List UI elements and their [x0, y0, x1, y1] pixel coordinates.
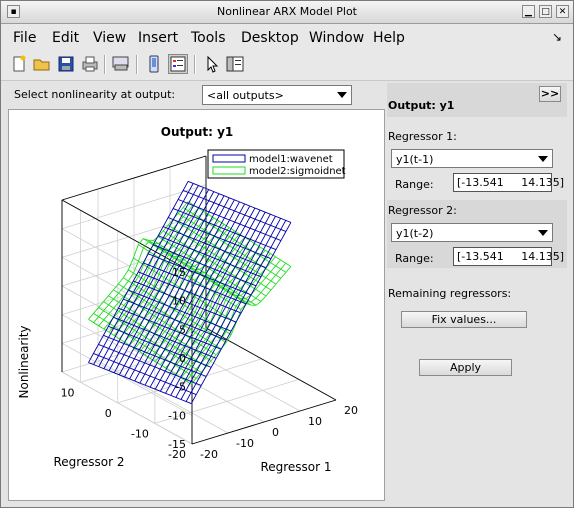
regressor2-tick-label: 0 [105, 407, 112, 420]
z-tick-label: 10 [172, 295, 186, 308]
toolbar-separator [136, 55, 138, 74]
plot-axes[interactable]: 15 10 5 0 -5 -10 -15 10 0 -10 -20 20 10 0 -10 -20 Outpu… [8, 109, 385, 501]
z-tick-label: -5 [175, 381, 186, 394]
fix-values-button[interactable]: Fix values... [401, 311, 527, 328]
regressor2-range-label: Range: [395, 252, 434, 265]
regressor2-tick-label: 10 [61, 386, 75, 399]
chevron-down-icon [538, 155, 548, 162]
minimize-icon[interactable]: ▁ [522, 5, 535, 18]
plot-title: Output: y1 [161, 125, 234, 139]
menu-window[interactable]: Window [309, 30, 364, 46]
regressor1-value: y1(t-1) [396, 153, 434, 166]
dock-icon[interactable] [144, 54, 164, 74]
regressor2-range-field[interactable]: [-13.541 14.135] [453, 247, 564, 266]
print-preview-icon[interactable] [111, 54, 131, 74]
output-header: Output: y1 >> [387, 83, 567, 117]
z-tick-label: 0 [179, 352, 186, 365]
legend: model1:wavenet model2:sigmoidnet [207, 149, 346, 179]
output-header-title: Output: y1 [388, 99, 455, 112]
dock-arrow-icon[interactable]: ↘ [552, 30, 562, 44]
chevron-down-icon [538, 229, 548, 236]
wavenet-surface-line [187, 180, 292, 223]
toolbar [1, 50, 573, 81]
open-folder-icon[interactable] [32, 54, 52, 74]
maximize-icon[interactable]: □ [539, 5, 552, 18]
regressor2-group: Regressor 2: y1(t-2) Range: [-13.541 14.… [387, 200, 567, 268]
remaining-regressors-label: Remaining regressors: [388, 287, 512, 300]
output-selector-dropdown[interactable]: <all outputs> [202, 85, 352, 105]
grid-line [61, 371, 193, 445]
regressor1-axis-label: Regressor 1 [260, 460, 331, 474]
regressor1-range-label: Range: [395, 178, 434, 191]
toolbar-separator [194, 55, 196, 74]
regressor2-dropdown[interactable]: y1(t-2) [391, 223, 553, 242]
window-menu-icon[interactable]: ▪ [7, 5, 20, 18]
collapse-panel-button[interactable]: >> [539, 86, 561, 102]
regressor1-dropdown[interactable]: y1(t-1) [391, 149, 553, 168]
output-selector-value: <all outputs> [207, 89, 284, 102]
legend-item-wavenet: model1:wavenet [249, 154, 333, 165]
regressor1-label: Regressor 1: [388, 130, 457, 143]
regressor1-range-field[interactable]: [-13.541 14.135] [453, 173, 564, 192]
surface-plot[interactable]: 151050-5-10-15100-10-2020100-10-20 Outpu… [9, 110, 384, 500]
z-axis-label: Nonlinearity [17, 325, 31, 398]
regressor2-label: Regressor 2: [388, 204, 457, 217]
axis-line [61, 199, 193, 273]
menu-view[interactable]: View [93, 30, 126, 46]
z-tick-label: 15 [172, 266, 186, 279]
window: Nonlinear ARX Model Plot ▪ ▁ □ ✕ File Ed… [0, 0, 574, 508]
new-file-icon[interactable] [9, 54, 29, 74]
regressor1-tick-label: -20 [200, 448, 218, 461]
chevron-down-icon [337, 92, 347, 98]
menu-tools[interactable]: Tools [191, 30, 226, 46]
z-tick-label: -10 [168, 409, 186, 422]
toolbar-separator [104, 55, 106, 74]
menu-help[interactable]: Help [373, 30, 405, 46]
regressor2-value: y1(t-2) [396, 227, 434, 240]
save-icon[interactable] [56, 54, 76, 74]
wavenet-surface-line [103, 187, 204, 369]
window-title: Nonlinear ARX Model Plot [217, 5, 357, 18]
regressor1-tick-label: 20 [344, 404, 358, 417]
menu-bar: File Edit View Insert Tools Desktop Wind… [1, 24, 573, 50]
output-selector-bar: Select nonlinearity at output: <all outp… [6, 83, 385, 107]
regressor2-axis-label: Regressor 2 [53, 455, 124, 469]
regressor1-tick-label: -10 [236, 437, 254, 450]
menu-desktop[interactable]: Desktop [241, 30, 299, 46]
wavenet-surface-line [177, 199, 282, 241]
close-icon[interactable]: ✕ [556, 5, 569, 18]
property-editor-icon[interactable] [225, 54, 245, 74]
apply-button[interactable]: Apply [419, 359, 512, 376]
menu-insert[interactable]: Insert [138, 30, 178, 46]
regressor2-range-value: [-13.541 14.135] [457, 250, 565, 263]
legend-item-sigmoidnet: model2:sigmoidnet [249, 166, 346, 177]
menu-file[interactable]: File [13, 30, 36, 46]
print-icon[interactable] [80, 54, 100, 74]
regressor1-group: Regressor 1: y1(t-1) Range: [-13.541 14.… [387, 126, 567, 194]
plot-browser-icon[interactable] [168, 54, 188, 74]
regressor1-range-value: [-13.541 14.135] [457, 176, 565, 189]
z-tick-label: 5 [179, 323, 186, 336]
wavenet-surface-line [182, 189, 287, 232]
settings-panel: Output: y1 >> Regressor 1: y1(t-1) Range… [387, 83, 567, 503]
menu-edit[interactable]: Edit [52, 30, 79, 46]
axis-line [205, 327, 337, 401]
regressor2-tick-label: -20 [168, 448, 186, 461]
title-bar: Nonlinear ARX Model Plot ▪ ▁ □ ✕ [1, 1, 573, 24]
output-selector-label: Select nonlinearity at output: [14, 88, 176, 101]
regressor1-tick-label: 10 [308, 415, 322, 428]
pointer-icon[interactable] [202, 54, 222, 74]
regressor2-tick-label: -10 [131, 427, 149, 440]
regressor1-tick-label: 0 [272, 426, 279, 439]
plot-panel: Select nonlinearity at output: <all outp… [6, 83, 385, 501]
